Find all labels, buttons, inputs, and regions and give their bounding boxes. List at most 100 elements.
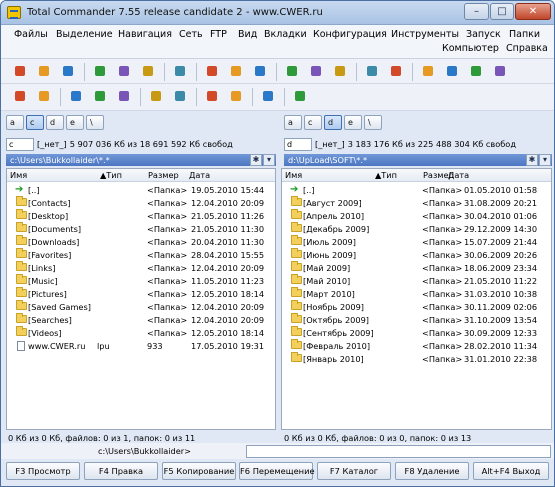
left-drive-a[interactable]: a xyxy=(6,115,24,130)
refresh-button[interactable] xyxy=(91,62,109,80)
left-drive-d[interactable]: d xyxy=(46,115,64,130)
right-drive-select[interactable]: d xyxy=(284,137,312,151)
window-button[interactable] xyxy=(203,87,221,105)
sparkle-button[interactable] xyxy=(283,62,301,80)
right-file-row[interactable]: [Декабрь 2009] <Папка> 29.12.2009 14:30 xyxy=(284,222,549,235)
gear-red-button[interactable] xyxy=(11,62,29,80)
help-button[interactable] xyxy=(491,62,509,80)
right-file-row[interactable]: [Ноябрь 2009] <Папка> 30.11.2009 02:06 xyxy=(284,300,549,313)
f4-edit-button[interactable]: F4 Правка xyxy=(84,462,158,480)
right-history-button[interactable]: ✱ xyxy=(526,154,538,166)
left-file-row[interactable]: [Music] <Папка> 11.05.2010 11:23 xyxy=(9,274,273,287)
left-file-row[interactable]: [Links] <Папка> 12.04.2010 20:09 xyxy=(9,261,273,274)
left-file-row[interactable]: [Pictures] <Папка> 12.05.2010 18:14 xyxy=(9,287,273,300)
tools-button[interactable] xyxy=(147,87,165,105)
left-file-panel[interactable]: Имя ▲Тип Размер Дата ➔ [..] <Папка> 19.05.2… xyxy=(6,168,276,430)
right-file-row[interactable]: [Февраль 2010] <Папка> 28.02.2010 11:34 xyxy=(284,339,549,352)
right-file-row[interactable]: [Май 2009] <Папка> 18.06.2009 23:34 xyxy=(284,261,549,274)
notepad-button[interactable] xyxy=(203,62,221,80)
pack-button[interactable] xyxy=(227,62,245,80)
right-file-row[interactable]: [Апрель 2010] <Папка> 30.04.2010 01:06 xyxy=(284,209,549,222)
left-col-date[interactable]: Дата xyxy=(189,170,210,180)
browser-button[interactable] xyxy=(363,62,381,80)
menu-tabs[interactable]: Вкладки xyxy=(264,29,307,40)
left-history-button[interactable]: ✱ xyxy=(250,154,262,166)
copy-names-button[interactable] xyxy=(419,62,437,80)
unpack-button[interactable] xyxy=(251,62,269,80)
left-file-row[interactable]: [Saved Games] <Папка> 12.04.2010 20:09 xyxy=(9,300,273,313)
minimize-button[interactable]: – xyxy=(464,3,489,20)
f3-view-button[interactable]: F3 Просмотр xyxy=(6,462,80,480)
menu-view[interactable]: Вид xyxy=(238,29,257,40)
menu-tools[interactable]: Инструменты xyxy=(391,29,459,40)
right-file-row[interactable]: [Май 2010] <Папка> 21.05.2010 11:22 xyxy=(284,274,549,287)
left-file-row[interactable]: ➔ [..] <Папка> 19.05.2010 15:44 xyxy=(9,184,273,196)
right-file-row[interactable]: [Октябрь 2009] <Папка> 31.10.2009 13:54 xyxy=(284,313,549,326)
menu-configuration[interactable]: Конфигурация xyxy=(313,29,387,40)
left-drive-c[interactable]: c xyxy=(26,115,44,130)
note-button[interactable] xyxy=(67,87,85,105)
right-file-row[interactable]: [Июнь 2009] <Папка> 30.06.2009 20:26 xyxy=(284,248,549,261)
terminal-button[interactable] xyxy=(227,87,245,105)
right-file-row[interactable]: [Январь 2010] <Папка> 31.01.2010 22:38 xyxy=(284,352,549,365)
left-col-ext[interactable]: ▲Тип xyxy=(100,170,122,180)
left-col-size[interactable]: Размер xyxy=(148,170,179,180)
list-button[interactable] xyxy=(91,87,109,105)
right-file-row[interactable]: [Июль 2009] <Папка> 15.07.2009 21:44 xyxy=(284,235,549,248)
right-file-row[interactable]: [Сентябрь 2009] <Папка> 30.09.2009 12:33 xyxy=(284,326,549,339)
f6-move-button[interactable]: F6 Перемещение xyxy=(239,462,315,480)
gear-button[interactable] xyxy=(35,62,53,80)
search-button[interactable] xyxy=(387,62,405,80)
menu-network[interactable]: Сеть xyxy=(179,29,203,40)
disk-button[interactable] xyxy=(259,87,277,105)
right-drive-c[interactable]: c xyxy=(304,115,322,130)
sort-button[interactable] xyxy=(307,62,325,80)
right-col-name[interactable]: Имя xyxy=(285,170,302,180)
right-file-row[interactable]: ➔ [..] <Папка> 01.05.2010 01:58 xyxy=(284,184,549,196)
right-col-date[interactable]: Дата xyxy=(448,170,469,180)
right-drive-a[interactable]: a xyxy=(284,115,302,130)
menu-folders[interactable]: Папки xyxy=(509,29,540,40)
edit-button[interactable] xyxy=(11,87,29,105)
left-drive-e[interactable]: e xyxy=(66,115,84,130)
cut-button[interactable] xyxy=(35,87,53,105)
left-hotlist-button[interactable]: ▾ xyxy=(263,154,275,166)
brush-button[interactable] xyxy=(291,87,309,105)
right-col-ext[interactable]: ▲Тип xyxy=(375,170,397,180)
left-col-name[interactable]: Имя xyxy=(10,170,27,180)
menu-help[interactable]: Справка xyxy=(506,43,548,54)
left-file-row[interactable]: [Downloads] <Папка> 20.04.2010 11:30 xyxy=(9,235,273,248)
left-file-row[interactable]: [Documents] <Папка> 21.05.2010 11:30 xyxy=(9,222,273,235)
right-hotlist-button[interactable]: ▾ xyxy=(539,154,551,166)
menu-ftp[interactable]: FTP xyxy=(210,29,227,40)
right-drive-net[interactable]: \ xyxy=(364,115,382,130)
checklist-button[interactable] xyxy=(331,62,349,80)
right-path-bar[interactable]: d:\UpLoad\SOFT\*.* ✱ ▾ xyxy=(284,154,552,166)
close-button[interactable]: ✕ xyxy=(515,3,551,20)
title-bar[interactable]: Total Commander 7.55 release candidate 2… xyxy=(1,1,554,25)
menu-start[interactable]: Запуск xyxy=(466,29,501,40)
f5-copy-button[interactable]: F5 Копирование xyxy=(162,462,236,480)
left-drive-net[interactable]: \ xyxy=(86,115,104,130)
right-drive-e[interactable]: e xyxy=(344,115,362,130)
right-file-row[interactable]: [Март 2010] <Папка> 31.03.2010 10:38 xyxy=(284,287,549,300)
f7-mkdir-button[interactable]: F7 Каталог xyxy=(317,462,391,480)
menu-files[interactable]: Файлы xyxy=(14,29,48,40)
gear-button[interactable] xyxy=(59,62,77,80)
left-file-row[interactable]: [Desktop] <Папка> 21.05.2010 11:26 xyxy=(9,209,273,222)
f8-delete-button[interactable]: F8 Удаление xyxy=(395,462,469,480)
left-file-row[interactable]: [Searches] <Папка> 12.04.2010 20:09 xyxy=(9,313,273,326)
right-file-panel[interactable]: Имя ▲Тип Размер Дата ➔ [..] <Папка> 01.05.2… xyxy=(281,168,552,430)
left-file-row[interactable]: www.CWER.ru lpu 933 17.05.2010 19:31 xyxy=(9,340,273,352)
right-file-row[interactable]: [Август 2009] <Папка> 31.08.2009 20:21 xyxy=(284,196,549,209)
menu-computer[interactable]: Компьютер xyxy=(442,43,499,54)
left-file-row[interactable]: [Contacts] <Папка> 12.04.2010 20:09 xyxy=(9,196,273,209)
compare-button[interactable] xyxy=(443,62,461,80)
user-button[interactable] xyxy=(171,87,189,105)
arrow-right-button[interactable] xyxy=(139,62,157,80)
command-input[interactable] xyxy=(246,445,551,458)
left-file-row[interactable]: [Favorites] <Папка> 28.04.2010 15:55 xyxy=(9,248,273,261)
maximize-button[interactable]: □ xyxy=(490,3,514,20)
menu-selection[interactable]: Выделение xyxy=(56,29,113,40)
left-file-row[interactable]: [Videos] <Папка> 12.05.2010 18:14 xyxy=(9,326,273,339)
